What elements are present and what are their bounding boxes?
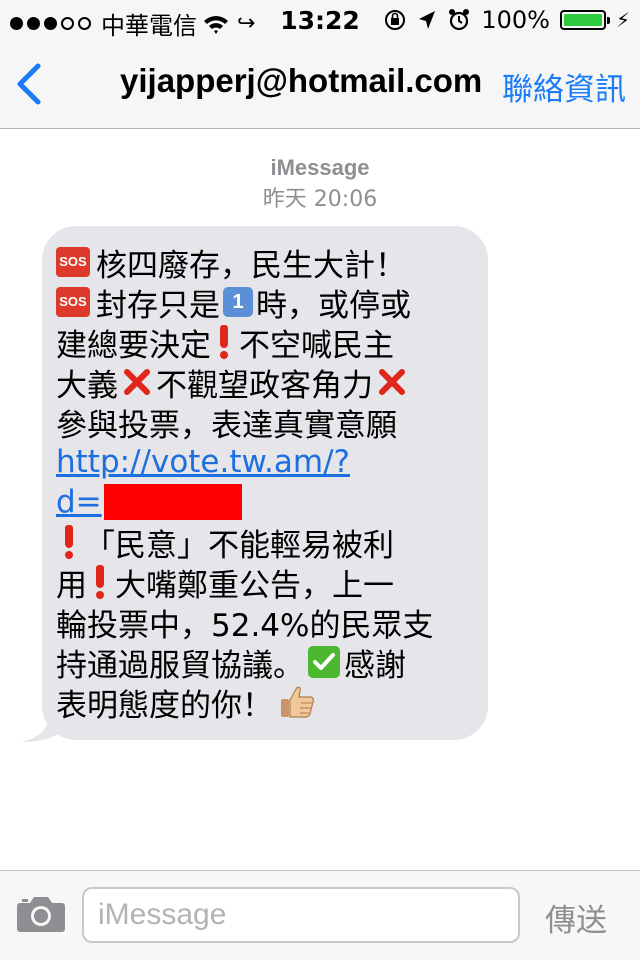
message-text: 感謝 (344, 647, 406, 684)
message-text: 「民意」不能輕易被利 (84, 527, 394, 564)
message-line: 「民意」不能輕易被利 (56, 522, 476, 564)
check-mark-icon (308, 646, 340, 678)
message-text: 大義 (56, 367, 118, 404)
redaction-block (103, 484, 242, 520)
status-bar: 中華電信 ↪ 13:22 100% ⚡ (0, 0, 640, 40)
chevron-left-icon[interactable] (12, 62, 52, 106)
keycap-one-icon: 1 (223, 287, 253, 317)
cross-mark-icon (379, 369, 405, 395)
message-text: 不空喊民主 (239, 327, 394, 364)
message-text: 建總要決定 (56, 327, 211, 364)
received-message-bubble[interactable]: SOS 核四廢存，民生大計！ SOS 封存只是 1 時，或停或 建總要決定 不空… (42, 226, 488, 740)
message-text: 時，或停或 (256, 287, 411, 324)
messages-screen: 中華電信 ↪ 13:22 100% ⚡ yijapperj@hotmail.co… (0, 0, 640, 960)
message-input[interactable]: iMessage (82, 887, 520, 943)
message-line: http://vote.tw.am/? (56, 442, 476, 482)
status-right: 100% ⚡ (383, 6, 630, 34)
contact-info-button[interactable]: 聯絡資訊 (502, 64, 626, 109)
message-line: 用 大嘴鄭重公告，上一 (56, 562, 476, 604)
service-label: iMessage (270, 155, 370, 180)
cross-mark-icon (124, 369, 150, 395)
message-timestamp: 昨天 20:06 (262, 187, 378, 212)
message-line: 大義 不觀望政客角力 (56, 362, 476, 404)
thumbs-up-icon (281, 686, 314, 718)
message-text: 封存只是 (96, 287, 220, 324)
message-line: 表明態度的你！ (56, 682, 476, 724)
message-text: 核四廢存，民生大計！ (96, 247, 406, 284)
charging-icon: ⚡ (615, 8, 630, 32)
sos-icon: SOS (56, 287, 90, 317)
orientation-lock-icon (385, 10, 406, 30)
message-text: 表明態度的你！ (56, 687, 273, 724)
location-icon (419, 11, 436, 29)
message-text: 用 (56, 567, 87, 604)
message-line: 建總要決定 不空喊民主 (56, 322, 476, 364)
exclamation-icon (93, 565, 107, 599)
message-text: 大嘴鄭重公告，上一 (115, 567, 394, 604)
camera-icon[interactable] (16, 895, 66, 933)
exclamation-icon (62, 525, 76, 559)
message-line: d= (56, 482, 476, 522)
message-line: SOS 核四廢存，民生大計！ (56, 242, 476, 284)
message-text: 輪投票中，52.4%的民眾支 (56, 607, 434, 644)
message-text: 持通過服貿協議。 (56, 647, 304, 684)
message-line: 參與投票，表達真實意願 (56, 402, 476, 444)
message-line: 持通過服貿協議。 感謝 (56, 642, 476, 684)
navigation-bar: yijapperj@hotmail.com 聯絡資訊 (0, 40, 640, 128)
message-text: 不觀望政客角力 (156, 367, 373, 404)
message-text: 參與投票，表達真實意願 (56, 407, 397, 444)
battery-icon (559, 10, 610, 30)
conversation-title: yijapperj@hotmail.com (120, 62, 483, 99)
message-line: 輪投票中，52.4%的民眾支 (56, 602, 476, 644)
message-line: SOS 封存只是 1 時，或停或 (56, 282, 476, 324)
alarm-icon (449, 9, 470, 31)
vote-link-continued[interactable]: d= (56, 484, 102, 520)
sos-icon: SOS (56, 247, 90, 277)
send-button[interactable]: 傳送 (545, 895, 607, 940)
message-input-bar: iMessage 傳送 (0, 870, 640, 960)
exclamation-icon (217, 325, 231, 359)
top-bar: 中華電信 ↪ 13:22 100% ⚡ yijapperj@hotmail.co… (0, 0, 640, 129)
battery-percentage: 100% (481, 6, 550, 34)
vote-link[interactable]: http://vote.tw.am/? (56, 444, 350, 480)
